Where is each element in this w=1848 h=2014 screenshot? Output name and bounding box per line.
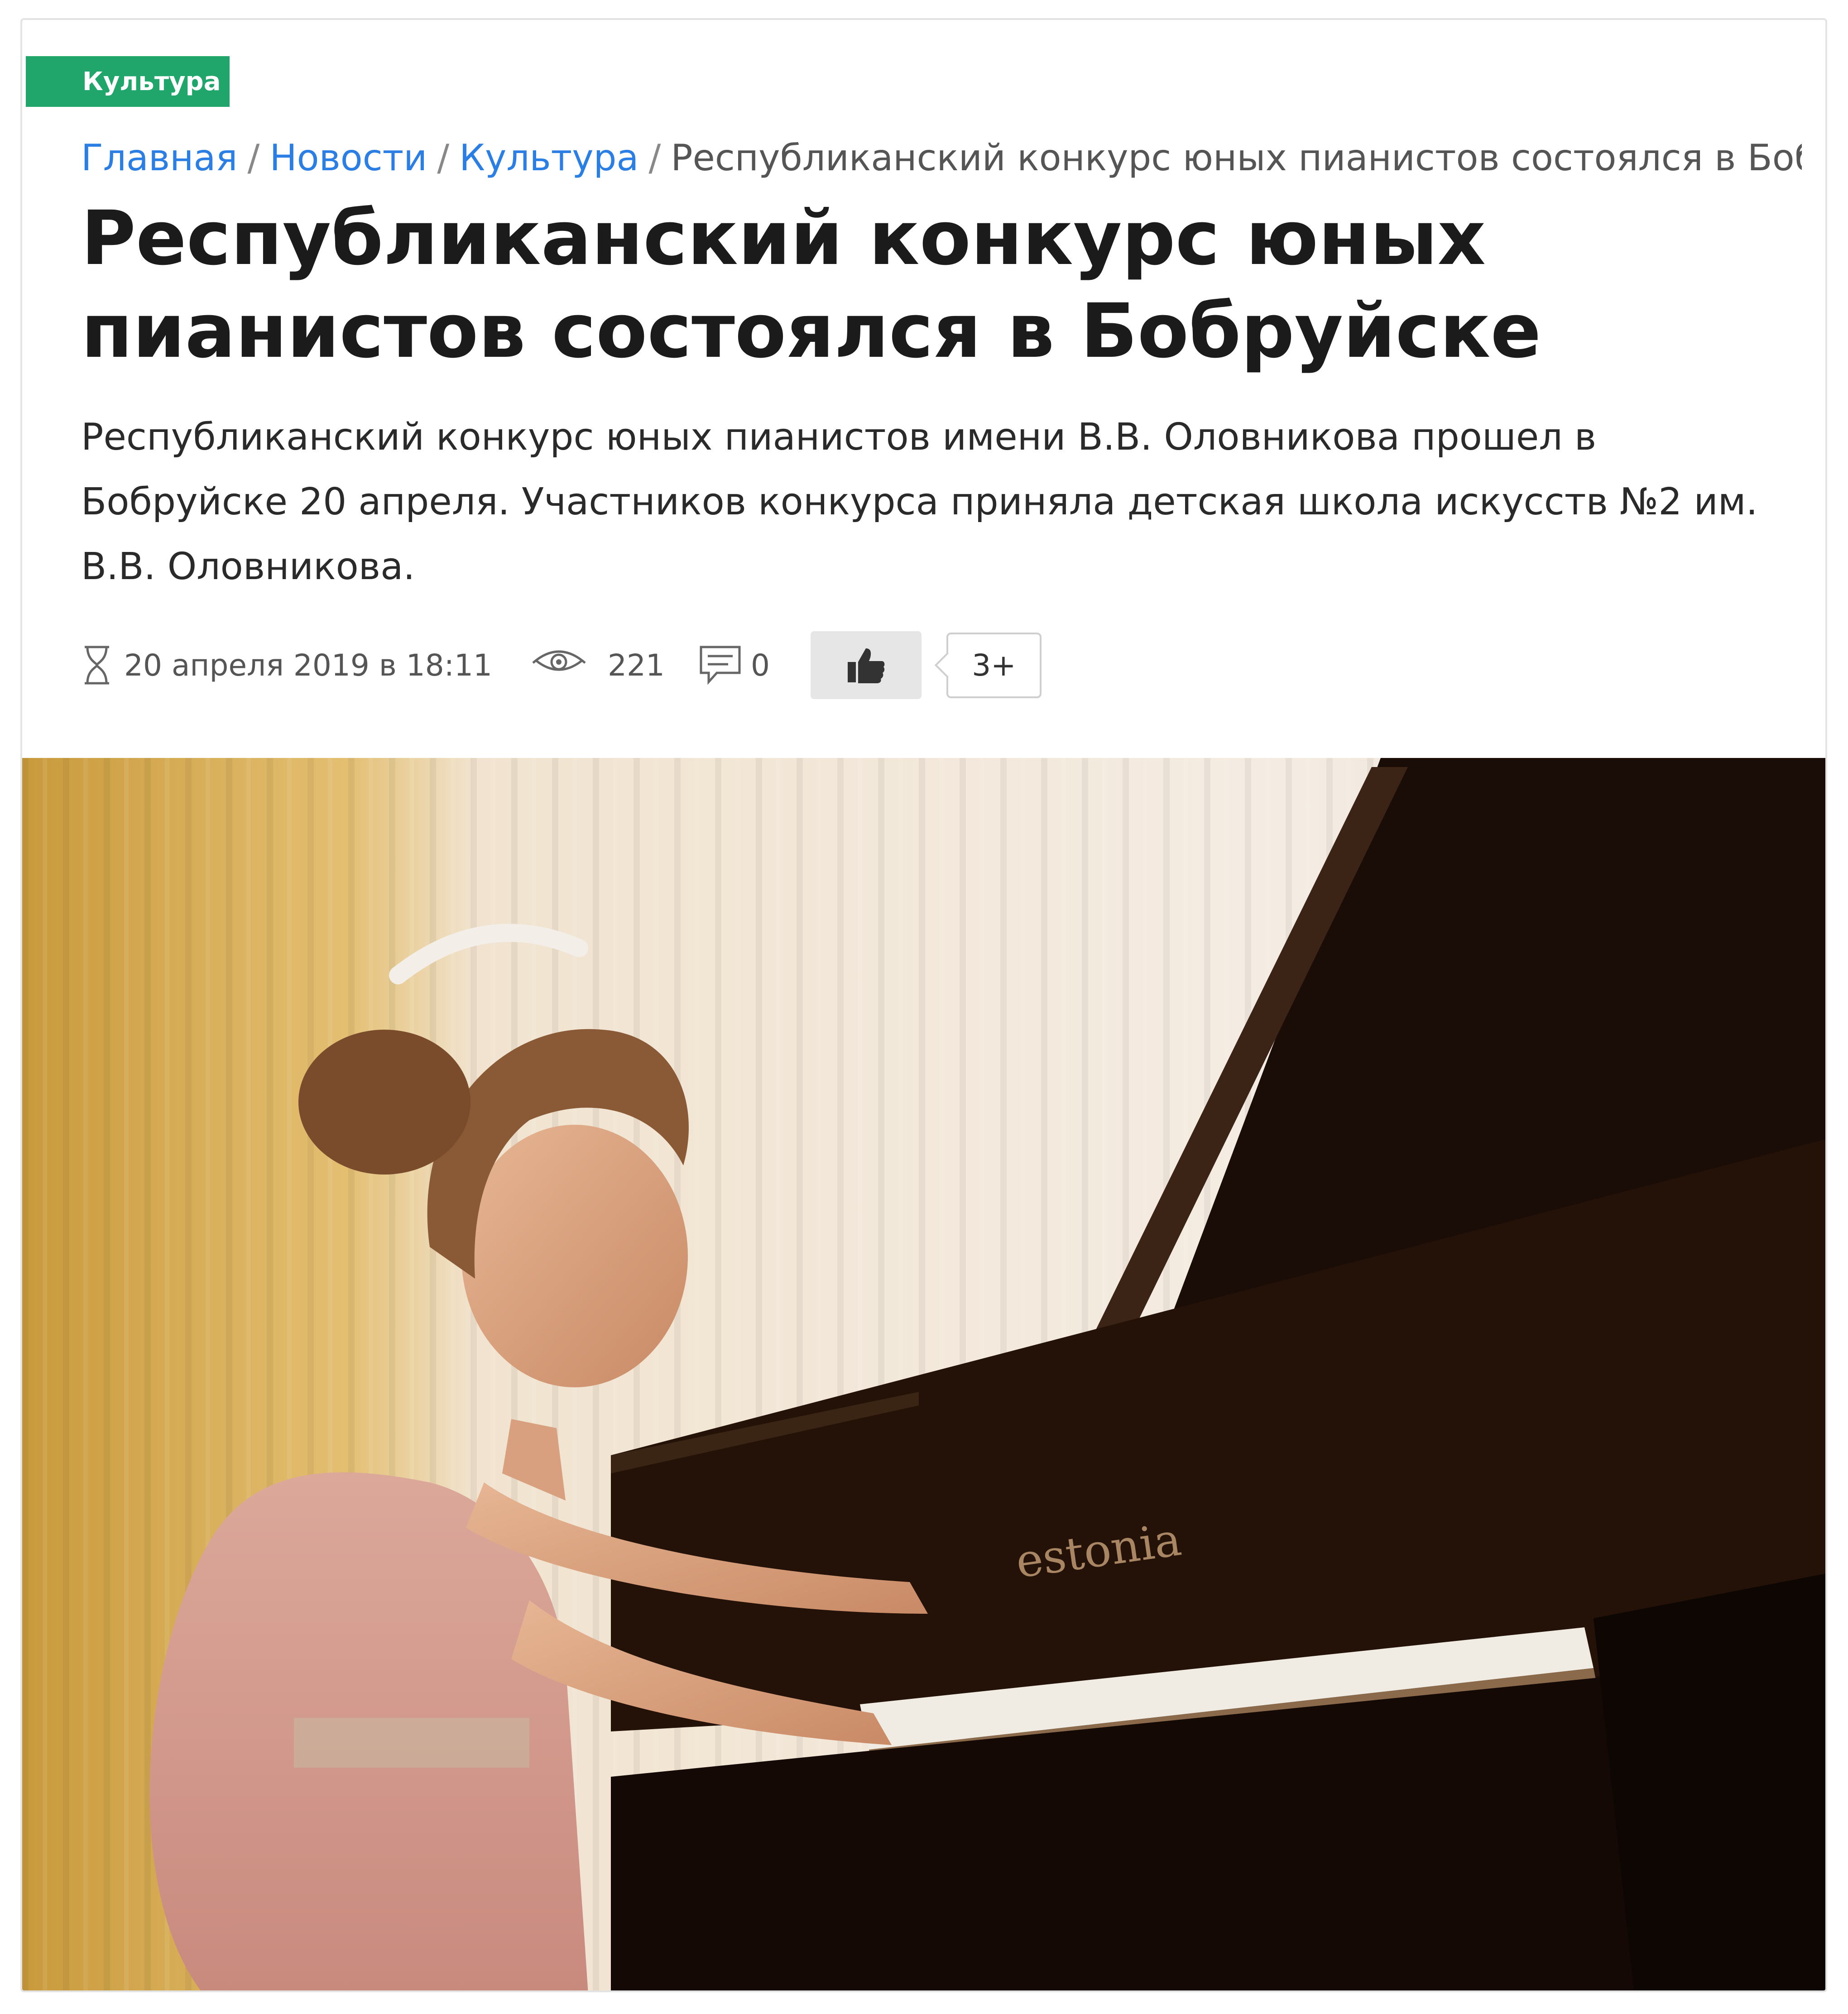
hourglass-icon xyxy=(81,645,113,686)
comment-count[interactable]: 0 xyxy=(699,645,770,686)
comment-count-text: 0 xyxy=(750,647,770,683)
publish-date: 20 апреля 2019 в 18:11 xyxy=(81,645,492,686)
breadcrumb-category-link[interactable]: Культура xyxy=(459,137,638,179)
like-count-text: 3+ xyxy=(972,647,1016,683)
view-count-text: 221 xyxy=(607,647,665,683)
breadcrumb-news-link[interactable]: Новости xyxy=(270,137,427,179)
breadcrumb-current: Республиканский конкурс юных пианистов с… xyxy=(671,137,1802,179)
article-meta: 20 апреля 2019 в 18:11 221 0 3+ xyxy=(81,631,1757,699)
article-card: Культура Главная / Новости / Культура / Респуб… xyxy=(20,18,1827,1992)
breadcrumb-separator: / xyxy=(247,137,260,179)
article-lead: Республиканский конкурс юных пианистов и… xyxy=(81,416,1758,588)
category-badge-label: Культура xyxy=(82,67,221,96)
publish-date-text: 20 апреля 2019 в 18:11 xyxy=(124,647,492,683)
breadcrumb-home-link[interactable]: Главная xyxy=(81,137,238,179)
breadcrumb-separator: / xyxy=(648,137,661,179)
breadcrumb: Главная / Новости / Культура / Республиканский… xyxy=(81,133,1802,183)
breadcrumb-separator: / xyxy=(437,137,450,179)
comment-icon xyxy=(699,645,742,686)
category-badge[interactable]: Культура xyxy=(26,56,230,107)
article-title: Республиканский конкурс юных пианистов с… xyxy=(81,195,1541,374)
like-count: 3+ xyxy=(946,632,1042,698)
eye-icon xyxy=(531,647,587,683)
article-photo: estonia xyxy=(22,758,1825,1990)
like-button[interactable] xyxy=(810,631,922,699)
thumbs-up-icon xyxy=(845,646,886,685)
view-count: 221 xyxy=(531,647,665,683)
